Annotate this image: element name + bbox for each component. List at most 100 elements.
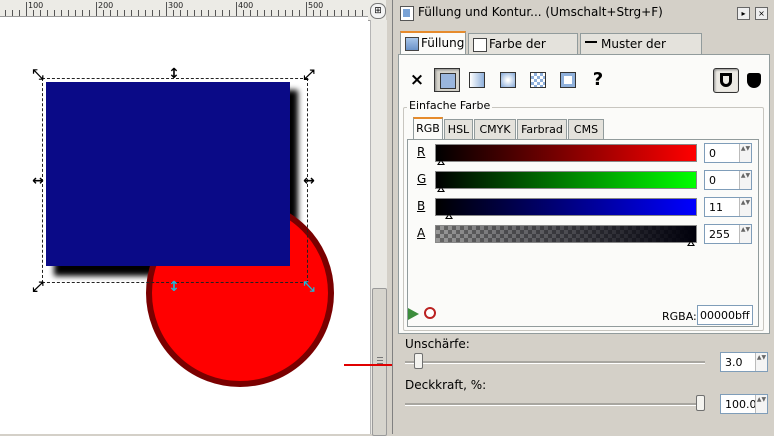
iconify-dialog-icon[interactable]: ▸ [737, 7, 750, 20]
ruler-tick [12, 10, 13, 16]
channel-a-label: A [417, 226, 426, 240]
ruler-tick [341, 10, 342, 16]
swatch-icon[interactable] [555, 68, 581, 92]
fill-rule-nonzero-icon[interactable] [745, 68, 765, 93]
ruler-tick [299, 10, 300, 16]
pattern-icon[interactable] [525, 68, 551, 92]
ruler-tick [229, 10, 230, 16]
ruler-tick [327, 10, 328, 16]
ruler-tick [131, 10, 132, 16]
ruler-tick [54, 10, 55, 16]
scale-handle-bottom-right-icon[interactable]: ⤡ [302, 280, 316, 294]
channel-b-spinbox[interactable]: 11 ▲▼ [704, 197, 752, 217]
blur-slider-track[interactable] [405, 361, 705, 364]
tab-hsl[interactable]: HSL [444, 119, 473, 140]
tab-color-wheel[interactable]: Farbrad [517, 119, 567, 140]
ruler-tick [222, 10, 223, 16]
ruler-tick [285, 10, 286, 16]
opacity-slider-thumb[interactable] [696, 395, 705, 411]
ruler-tick [82, 10, 83, 16]
ruler-tick [236, 2, 237, 16]
scale-handle-top-left-icon[interactable]: ⤡ [31, 68, 45, 82]
ruler-tick [138, 10, 139, 16]
scale-handle-right-icon[interactable]: ↔ [302, 174, 316, 188]
channel-g-slider[interactable] [435, 171, 697, 192]
ruler-tick [313, 10, 314, 16]
ruler-tick [145, 10, 146, 16]
tab-cms[interactable]: CMS [568, 119, 604, 140]
channel-r-label: R [417, 145, 426, 159]
ruler-tick [110, 10, 111, 16]
opacity-label: Deckkraft, %: [405, 378, 487, 392]
ruler-label: 100 [28, 1, 44, 10]
radial-gradient-icon[interactable] [495, 68, 521, 92]
fill-and-stroke-dialog: Füllung und Kontur... (Umschalt+Strg+F) … [392, 0, 774, 434]
ruler-tick [26, 2, 27, 16]
linear-gradient-icon[interactable] [464, 68, 490, 92]
dialog-title: Füllung und Kontur... (Umschalt+Strg+F) [418, 5, 663, 19]
ruler-tick [334, 10, 335, 16]
no-paint-icon[interactable]: × [404, 68, 430, 92]
ruler-tick [215, 10, 216, 16]
opacity-spinbox[interactable]: 100.0 ▲▼ [720, 394, 768, 414]
ruler-tick [271, 10, 272, 16]
flat-color-label: Einfache Farbe [407, 99, 493, 112]
scale-handle-top-right-icon[interactable]: ⤢ [302, 68, 316, 82]
stroke-style-tab-icon [585, 41, 597, 55]
scale-handle-left-icon[interactable]: ↔ [31, 174, 45, 188]
horizontal-ruler: 100 200 300 400 500 [0, 0, 368, 17]
ruler-tick [278, 10, 279, 16]
fill-tab-content: × ? Einfache Farbe RGB HSL CMYK Farbrad … [398, 54, 770, 334]
tab-fill[interactable]: Füllung [400, 31, 466, 56]
ruler-tick [96, 2, 97, 16]
ruler-tick [257, 10, 258, 16]
ruler-tick [320, 10, 321, 16]
scale-handle-bottom-icon[interactable]: ↕ [167, 280, 181, 294]
ruler-tick [61, 10, 62, 16]
ruler-label: 500 [308, 1, 324, 10]
blur-label: Unschärfe: [405, 337, 470, 351]
flat-color-icon[interactable] [434, 68, 460, 92]
tab-rgb[interactable]: RGB [413, 117, 443, 140]
tab-stroke-paint[interactable]: Farbe der Kontur [468, 33, 578, 72]
channel-r-slider[interactable] [435, 144, 697, 165]
ruler-tick [89, 10, 90, 16]
tab-cmyk[interactable]: CMYK [474, 119, 516, 140]
opacity-slider-track[interactable] [405, 403, 705, 406]
ruler-tick [152, 10, 153, 16]
close-dialog-icon[interactable]: × [755, 7, 768, 20]
blur-spinbox[interactable]: 3.0 ▲▼ [720, 352, 768, 372]
unset-paint-icon[interactable]: ? [585, 68, 611, 92]
channel-g-label: G [417, 172, 427, 186]
dialog-title-bar: Füllung und Kontur... (Umschalt+Strg+F) … [393, 0, 774, 26]
ruler-tick [355, 10, 356, 16]
color-picker-icon[interactable] [406, 307, 420, 321]
fill-stroke-icon [400, 6, 414, 21]
ruler-tick [103, 10, 104, 16]
scale-handle-top-icon[interactable]: ↕ [167, 67, 181, 81]
channel-a-slider[interactable] [435, 225, 697, 246]
ruler-tick [47, 10, 48, 16]
vertical-scrollbar[interactable] [370, 20, 387, 436]
channel-a-spinbox[interactable]: 255 ▲▼ [704, 224, 752, 244]
zoom-fit-icon[interactable]: ⊞ [370, 3, 386, 19]
drawing-canvas[interactable]: 100 200 300 400 500 ⤡ ↕ ⤢ ↔ ↔ ⤢ ↕ ⤡ [0, 0, 370, 434]
fill-rule-evenodd-icon[interactable] [713, 68, 739, 93]
ruler-label: 200 [98, 1, 114, 10]
channel-b-slider[interactable] [435, 198, 697, 219]
rgba-input[interactable]: 00000bff [697, 305, 753, 325]
ruler-label: 400 [238, 1, 254, 10]
ruler-tick [117, 10, 118, 16]
ruler-tick [180, 10, 181, 16]
ruler-tick [19, 10, 20, 16]
rgba-label: RGBA: [662, 310, 697, 323]
cms-adjust-icon[interactable] [424, 307, 436, 319]
ruler-tick [194, 10, 195, 16]
channel-b-label: B [417, 199, 426, 213]
ruler-tick [124, 10, 125, 16]
blur-slider-thumb[interactable] [413, 353, 423, 369]
scale-handle-bottom-left-icon[interactable]: ⤢ [31, 280, 45, 294]
tab-stroke-style[interactable]: Muster der Kontur [580, 33, 702, 72]
channel-g-spinbox[interactable]: 0 ▲▼ [704, 170, 752, 190]
channel-r-spinbox[interactable]: 0 ▲▼ [704, 143, 752, 163]
